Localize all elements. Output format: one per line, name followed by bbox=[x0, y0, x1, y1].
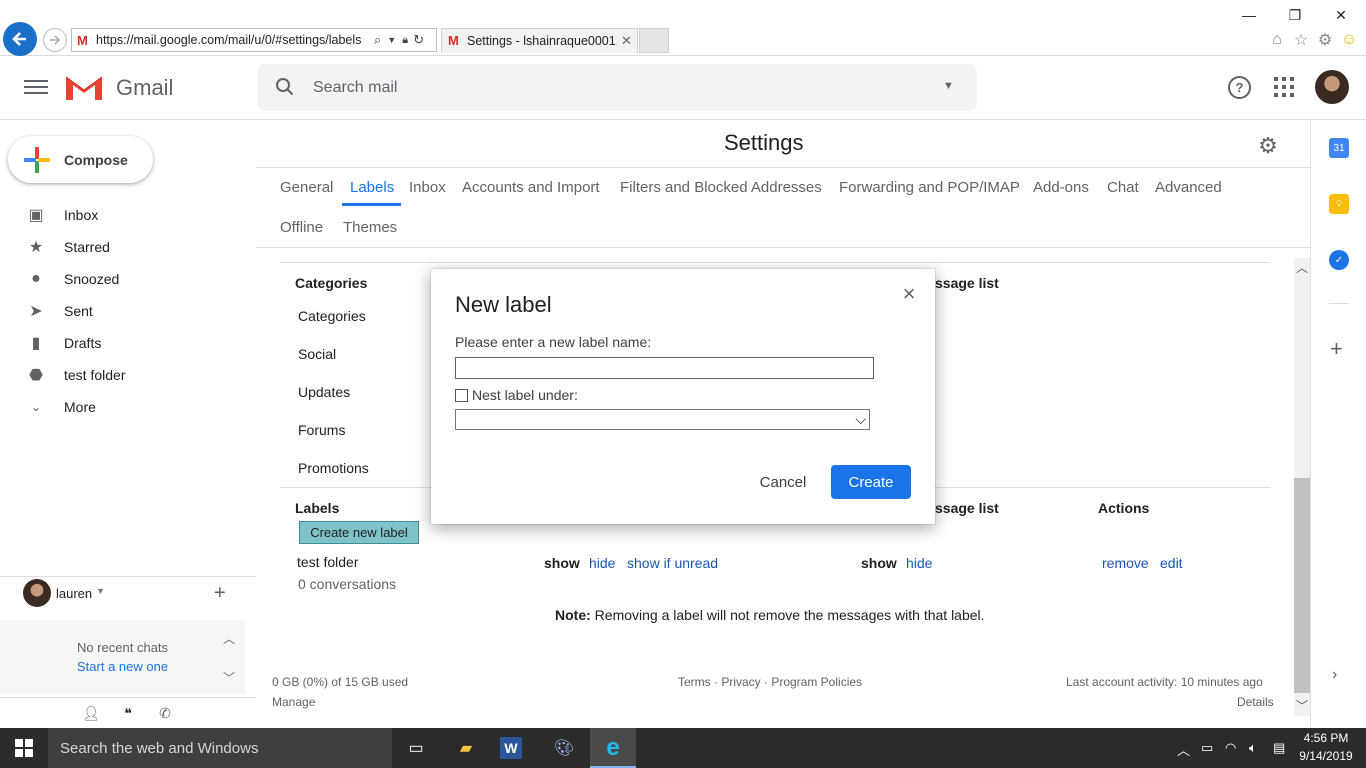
tools-gear-icon[interactable]: ⚙ bbox=[1315, 30, 1335, 50]
windows-logo-icon bbox=[15, 739, 33, 757]
word-icon[interactable]: W bbox=[500, 737, 522, 759]
search-icon[interactable]: ⌕ bbox=[374, 32, 381, 48]
window-close-button[interactable]: ✕ bbox=[1318, 4, 1364, 26]
file-explorer-icon[interactable]: ▰ bbox=[451, 733, 481, 763]
clock-date[interactable]: 9/14/2019 bbox=[1297, 749, 1355, 763]
parent-label-select[interactable]: ⌵ bbox=[455, 409, 870, 430]
nest-label-text: Nest label under: bbox=[472, 387, 578, 403]
create-button[interactable]: Create bbox=[831, 465, 911, 499]
address-url: https://mail.google.com/mail/u/0/#settin… bbox=[96, 33, 362, 47]
taskbar-search-input[interactable]: Search the web and Windows bbox=[60, 740, 258, 757]
wifi-icon[interactable]: ◠ bbox=[1225, 740, 1236, 756]
gmail-favicon-icon: M bbox=[448, 33, 459, 48]
home-icon[interactable]: ⌂ bbox=[1267, 30, 1287, 50]
volume-icon[interactable]: 🔈︎ bbox=[1249, 740, 1257, 756]
refresh-icon[interactable]: ↻ bbox=[413, 32, 424, 48]
dialog-title: New label bbox=[455, 292, 552, 317]
address-bar[interactable]: M https://mail.google.com/mail/u/0/#sett… bbox=[71, 28, 437, 52]
tab-close-icon[interactable]: ✕ bbox=[621, 33, 632, 49]
gmail-favicon-icon: M bbox=[77, 33, 88, 48]
dropdown-icon[interactable]: ▼ bbox=[387, 35, 396, 45]
internet-explorer-icon[interactable]: e bbox=[598, 733, 628, 763]
cancel-button[interactable]: Cancel bbox=[748, 465, 818, 499]
start-button[interactable] bbox=[0, 728, 48, 768]
label-name-input[interactable] bbox=[455, 357, 874, 379]
new-tab-button[interactable] bbox=[639, 28, 669, 53]
label-name-prompt: Please enter a new label name: bbox=[455, 334, 652, 350]
nest-label-checkbox[interactable] bbox=[455, 389, 468, 402]
clock-time[interactable]: 4:56 PM bbox=[1300, 731, 1352, 745]
tray-chevron-up-icon[interactable]: ︿ bbox=[1177, 740, 1190, 759]
paint-icon[interactable]: 🎨︎ bbox=[549, 733, 579, 763]
window-restore-button[interactable]: ❐ bbox=[1272, 4, 1318, 26]
lock-icon: 🔒︎ bbox=[402, 33, 409, 46]
feedback-smiley-icon[interactable]: ☺ bbox=[1339, 30, 1359, 50]
browser-forward-button[interactable] bbox=[43, 28, 67, 52]
notifications-icon[interactable]: ▤ bbox=[1273, 740, 1285, 756]
arrow-right-icon bbox=[50, 35, 61, 45]
window-minimize-button[interactable]: — bbox=[1226, 4, 1272, 26]
browser-tab-settings[interactable]: M Settings - lshainraque0001... ✕ bbox=[441, 28, 638, 53]
task-view-icon[interactable]: ▭ bbox=[401, 733, 431, 763]
favorites-star-icon[interactable]: ☆ bbox=[1291, 30, 1311, 50]
battery-icon[interactable]: ▭ bbox=[1201, 740, 1213, 756]
browser-back-button[interactable] bbox=[3, 22, 37, 56]
arrow-left-icon bbox=[12, 32, 26, 46]
close-icon[interactable]: × bbox=[898, 283, 920, 305]
taskbar-search[interactable]: Search the web and Windows bbox=[48, 728, 392, 768]
chevron-down-icon: ⌵ bbox=[855, 411, 866, 427]
tab-title: Settings - lshainraque0001... bbox=[467, 34, 617, 48]
